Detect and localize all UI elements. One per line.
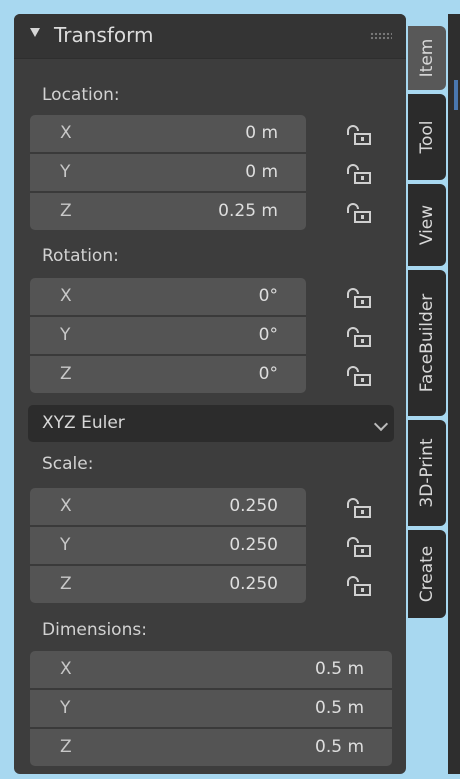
chevron-down-icon — [373, 416, 389, 432]
field-value: 0 m — [245, 162, 278, 182]
rotation-mode-value: XYZ Euler — [42, 413, 125, 433]
field-value: 0.5 m — [315, 737, 364, 757]
dimensions-z-field[interactable]: Z 0.5 m — [30, 729, 392, 766]
scale-label: Scale: — [42, 454, 94, 474]
rotation-y-field[interactable]: Y 0° — [30, 317, 306, 354]
transform-panel: Transform Location: X 0 m Y 0 m Z 0.25 m… — [14, 14, 406, 774]
panel-title: Transform — [54, 23, 154, 47]
field-value: 0 m — [245, 123, 278, 143]
axis-label: Z — [60, 737, 72, 757]
rotation-z-lock-icon[interactable] — [344, 364, 374, 386]
rotation-z-field[interactable]: Z 0° — [30, 356, 306, 393]
collapse-triangle-icon[interactable] — [30, 28, 40, 37]
axis-label: Z — [60, 201, 72, 221]
axis-label: Y — [60, 698, 71, 718]
drag-grip-icon[interactable] — [370, 32, 392, 40]
axis-label: X — [60, 286, 72, 306]
panel-header[interactable]: Transform — [14, 14, 406, 59]
axis-label: Z — [60, 574, 72, 594]
scale-y-lock-icon[interactable] — [344, 535, 374, 557]
tab-label: 3D-Print — [417, 438, 437, 508]
dimensions-label: Dimensions: — [42, 620, 147, 640]
scale-z-field[interactable]: Z 0.250 — [30, 566, 306, 603]
tab-label: View — [417, 204, 437, 246]
field-value: 0.250 — [229, 535, 278, 555]
axis-label: X — [60, 496, 72, 516]
tab-facebuilder[interactable]: FaceBuilder — [408, 270, 446, 416]
field-value: 0.25 m — [218, 201, 278, 221]
scale-x-field[interactable]: X 0.250 — [30, 488, 306, 525]
viewport-accent — [454, 80, 458, 110]
location-y-field[interactable]: Y 0 m — [30, 154, 306, 191]
axis-label: Z — [60, 364, 72, 384]
rotation-label: Rotation: — [42, 246, 119, 266]
axis-label: X — [60, 659, 72, 679]
tab-label: Create — [417, 545, 437, 603]
field-value: 0.5 m — [315, 659, 364, 679]
scale-y-field[interactable]: Y 0.250 — [30, 527, 306, 564]
rotation-y-lock-icon[interactable] — [344, 325, 374, 347]
rotation-mode-dropdown[interactable]: XYZ Euler — [28, 405, 394, 442]
tab-3d-print[interactable]: 3D-Print — [408, 420, 446, 526]
tab-label: FaceBuilder — [417, 293, 437, 393]
tab-view[interactable]: View — [408, 184, 446, 266]
tab-label: Item — [417, 38, 437, 78]
field-value: 0.250 — [229, 496, 278, 516]
location-z-lock-icon[interactable] — [344, 201, 374, 223]
field-value: 0.250 — [229, 574, 278, 594]
scale-z-lock-icon[interactable] — [344, 574, 374, 596]
tab-tool[interactable]: Tool — [408, 94, 446, 180]
field-value: 0° — [258, 325, 278, 345]
location-x-field[interactable]: X 0 m — [30, 115, 306, 152]
field-value: 0.5 m — [315, 698, 364, 718]
rotation-x-lock-icon[interactable] — [344, 286, 374, 308]
location-label: Location: — [42, 85, 120, 105]
axis-label: X — [60, 123, 72, 143]
rotation-x-field[interactable]: X 0° — [30, 278, 306, 315]
axis-label: Y — [60, 535, 71, 555]
tab-label: Tool — [417, 120, 437, 154]
field-value: 0° — [258, 286, 278, 306]
tab-create[interactable]: Create — [408, 530, 446, 618]
dimensions-y-field[interactable]: Y 0.5 m — [30, 690, 392, 727]
location-x-lock-icon[interactable] — [344, 123, 374, 145]
scale-x-lock-icon[interactable] — [344, 496, 374, 518]
field-value: 0° — [258, 364, 278, 384]
viewport-edge — [448, 14, 460, 774]
location-y-lock-icon[interactable] — [344, 162, 374, 184]
axis-label: Y — [60, 325, 71, 345]
location-z-field[interactable]: Z 0.25 m — [30, 193, 306, 230]
dimensions-x-field[interactable]: X 0.5 m — [30, 651, 392, 688]
tab-item[interactable]: Item — [408, 26, 446, 90]
axis-label: Y — [60, 162, 71, 182]
